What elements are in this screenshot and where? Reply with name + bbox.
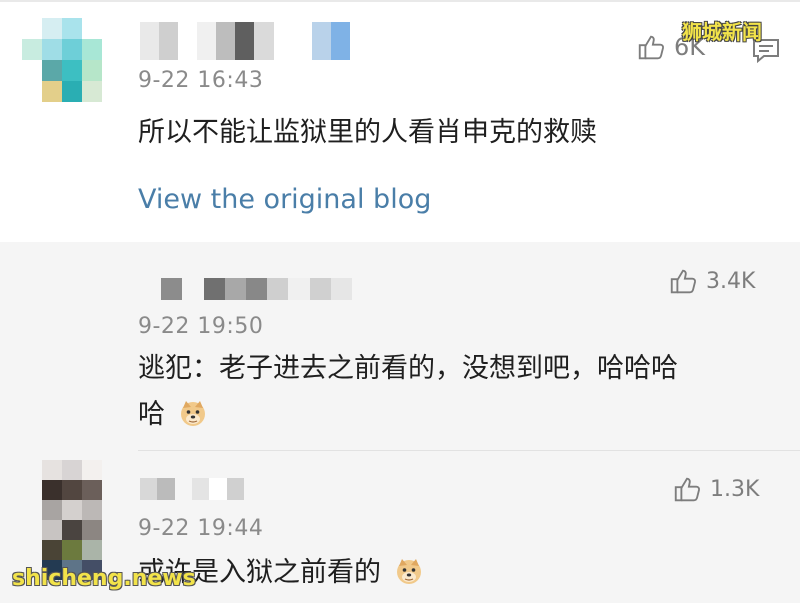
username-pixel <box>182 278 204 300</box>
username-pixel <box>224 278 246 300</box>
username-pixel <box>174 478 192 500</box>
avatar-pixel <box>42 540 62 560</box>
username-pixel <box>157 478 175 500</box>
username-redacted[interactable] <box>140 278 352 300</box>
divider <box>138 450 800 451</box>
username-pixel <box>311 22 331 60</box>
avatar-pixel <box>22 81 42 102</box>
avatar-pixel <box>42 500 62 520</box>
watermark: 狮城新闻 <box>682 20 762 44</box>
username-pixel <box>226 478 244 500</box>
avatar-pixel <box>42 39 62 60</box>
reply-timestamp: 9-22 19:50 <box>138 314 264 339</box>
avatar-pixel <box>22 18 42 39</box>
username-pixel <box>209 478 227 500</box>
username-pixel <box>159 22 179 60</box>
username-pixel <box>330 278 352 300</box>
username-pixel <box>161 278 183 300</box>
avatar-pixel <box>82 480 102 500</box>
avatar-pixel <box>82 39 102 60</box>
avatar-pixel <box>22 39 42 60</box>
username-redacted[interactable] <box>140 478 244 500</box>
thumbs-up-icon <box>638 35 665 60</box>
comment-timestamp: 9-22 16:43 <box>138 68 264 93</box>
doge-emoji-icon <box>180 401 205 426</box>
avatar-pixel <box>62 480 82 500</box>
username-pixel <box>235 22 255 60</box>
reply-text-line: 哈 <box>138 392 778 438</box>
reply-text-tail: 哈 <box>138 399 165 430</box>
avatar-pixel <box>62 540 82 560</box>
watermark: shicheng.news <box>12 566 196 591</box>
avatar-pixel <box>82 18 102 39</box>
avatar-pixel <box>62 81 82 102</box>
username-pixel <box>203 278 225 300</box>
username-pixel <box>254 22 274 60</box>
doge-emoji-icon <box>396 559 421 584</box>
thumbs-up-icon <box>670 269 697 294</box>
like-count: 3.4K <box>706 268 756 294</box>
avatar-pixel <box>42 81 62 102</box>
avatar-pixel <box>42 460 62 480</box>
reply-timestamp: 9-22 19:44 <box>138 516 264 541</box>
reply-text-line: 逃犯：老子进去之前看的，没想到吧，哈哈哈 <box>138 353 678 384</box>
avatar-pixel <box>42 520 62 540</box>
avatar-pixel <box>42 18 62 39</box>
like-button[interactable]: 3.4K <box>668 266 755 296</box>
avatar-pixel <box>82 60 102 81</box>
username-pixel <box>245 278 268 300</box>
username-pixel <box>197 22 217 60</box>
avatar-pixel <box>62 460 82 480</box>
avatar-pixel <box>42 480 62 500</box>
username-pixel <box>216 22 236 60</box>
username-pixel <box>140 22 160 60</box>
view-original-blog-link[interactable]: View the original blog <box>138 184 431 215</box>
username-pixel <box>309 278 331 300</box>
username-pixel <box>292 22 312 60</box>
avatar-pixel <box>22 60 42 81</box>
avatar-pixel <box>42 60 62 81</box>
thumbs-up-icon <box>674 477 701 502</box>
username-pixel <box>267 278 289 300</box>
avatar-pixel <box>82 500 102 520</box>
username-pixel <box>273 22 293 60</box>
like-count: 1.3K <box>710 476 760 502</box>
username-pixel <box>140 278 162 300</box>
like-button[interactable]: 1.3K <box>672 474 759 504</box>
username-pixel <box>178 22 198 60</box>
main-comment: 9-22 16:43 6K 所以不能让监狱里的人看肖申克的救赎 View the… <box>0 2 800 242</box>
avatar-pixel <box>82 81 102 102</box>
avatar-pixel <box>62 500 82 520</box>
reply-list: 9-22 19:50 3.4K 逃犯：老子进去之前看的，没想到吧，哈哈哈 哈 9… <box>0 242 800 603</box>
comment-text: 所以不能让监狱里的人看肖申克的救赎 <box>138 117 597 148</box>
avatar-pixel <box>82 540 102 560</box>
avatar-pixel <box>82 520 102 540</box>
avatar[interactable] <box>22 18 102 102</box>
username-pixel <box>288 278 310 300</box>
username-pixel <box>191 478 210 500</box>
avatar-pixel <box>62 60 82 81</box>
reply-text: 逃犯：老子进去之前看的，没想到吧，哈哈哈 哈 <box>138 346 778 438</box>
avatar[interactable] <box>42 460 102 540</box>
avatar-pixel <box>62 39 82 60</box>
username-pixel <box>140 478 158 500</box>
avatar-pixel <box>62 18 82 39</box>
avatar-pixel <box>82 460 102 480</box>
username-redacted[interactable] <box>140 22 350 60</box>
avatar-pixel <box>62 520 82 540</box>
username-pixel <box>330 22 350 60</box>
